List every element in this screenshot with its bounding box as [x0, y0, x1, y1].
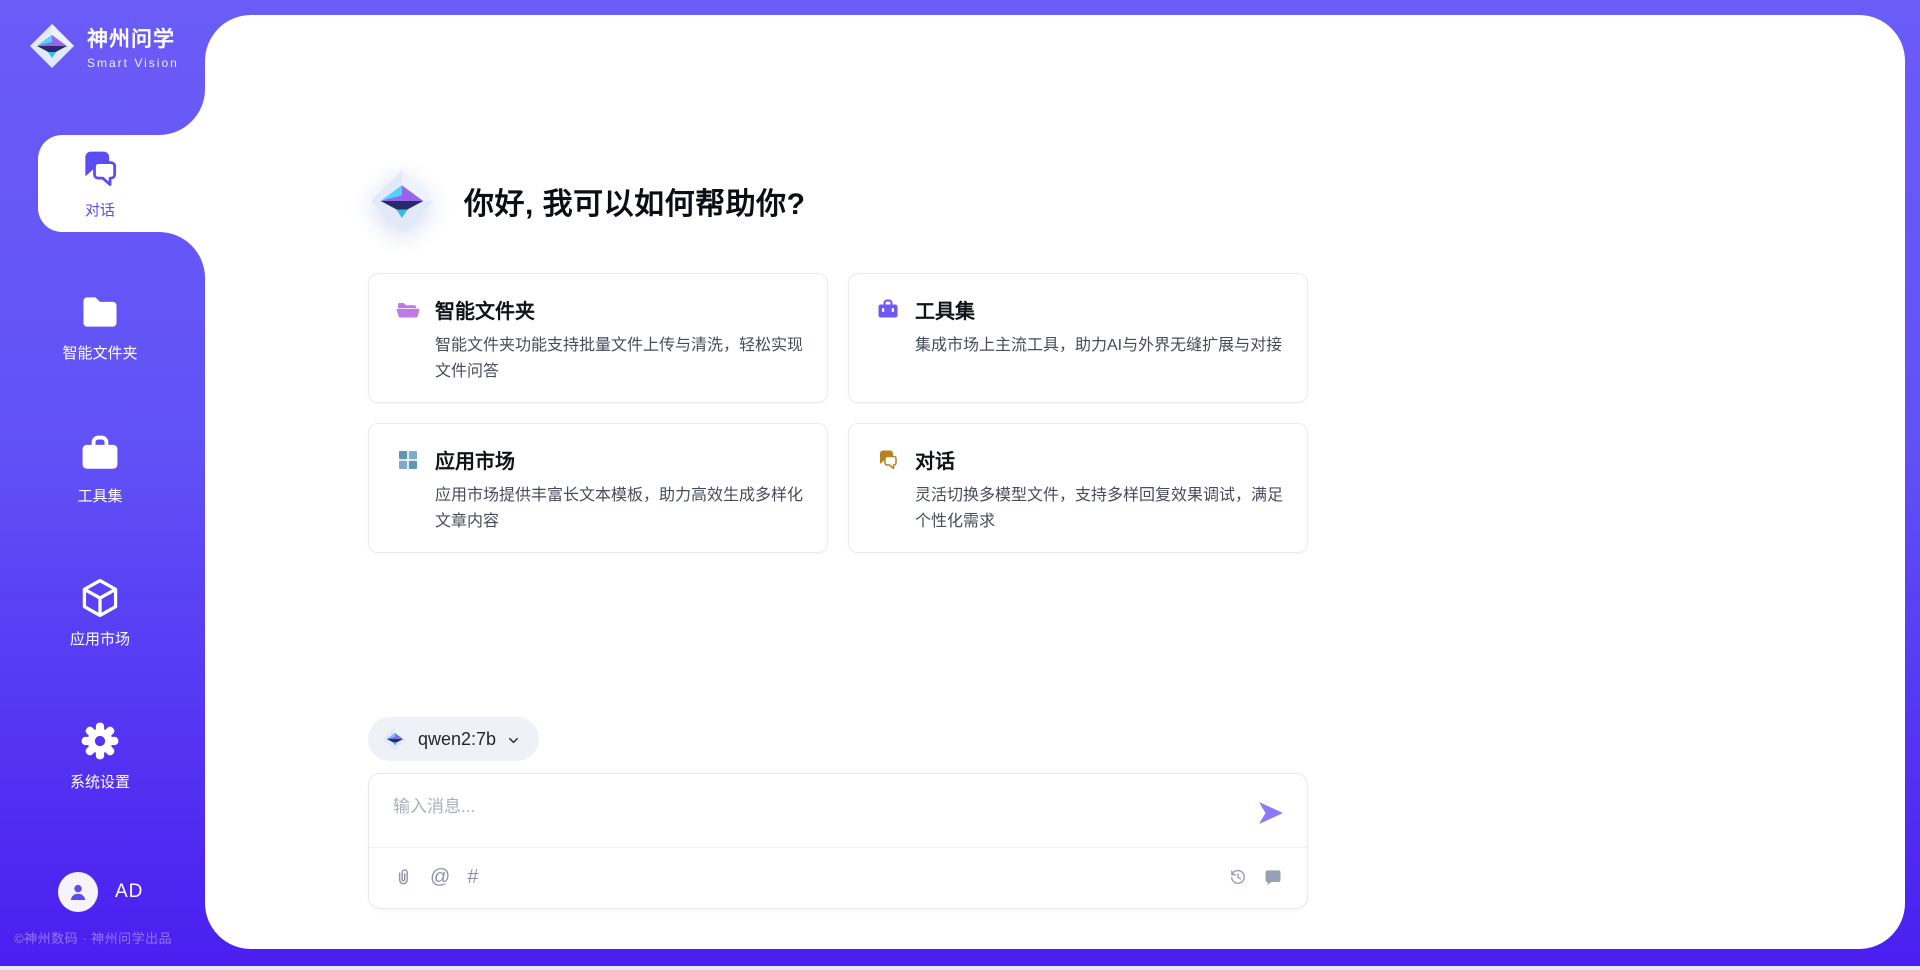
folder-icon [78, 290, 122, 334]
sidebar-item-label: 应用市场 [70, 628, 130, 649]
brand-name-cn: 神州问学 [87, 23, 179, 53]
card-app-market[interactable]: 应用市场 应用市场提供丰富长文本模板，助力高效生成多样化文章内容 [368, 423, 828, 553]
bottom-edge-strip [0, 966, 1920, 970]
sidebar-item-chat[interactable]: 对话 [0, 135, 205, 232]
card-title: 工具集 [915, 295, 975, 324]
brand-diamond-logo-icon [28, 22, 76, 70]
toolbox-icon [78, 433, 122, 477]
history-icon [1228, 867, 1248, 887]
chat-icon [876, 448, 900, 472]
card-toolset[interactable]: 工具集 集成市场上主流工具，助力AI与外界无缝扩展与对接 [848, 273, 1308, 403]
card-title: 智能文件夹 [435, 295, 535, 324]
sidebar-item-system-settings[interactable]: 系统设置 [0, 707, 205, 804]
brand-name-en: Smart Vision [87, 56, 179, 70]
card-chat[interactable]: 对话 灵活切换多模型文件，支持多样回复效果调试，满足个性化需求 [848, 423, 1308, 553]
card-description: 集成市场上主流工具，助力AI与外界无缝扩展与对接 [915, 333, 1287, 359]
greeting-block: 你好, 我可以如何帮助你? [368, 15, 1308, 235]
card-smart-folder[interactable]: 智能文件夹 智能文件夹功能支持批量文件上传与清洗，轻松实现文件问答 [368, 273, 828, 403]
tab-flare-bottom [159, 232, 205, 278]
folder-open-icon [396, 298, 420, 322]
message-input[interactable] [393, 792, 1233, 840]
model-name: qwen2:7b [418, 729, 496, 750]
card-title: 对话 [915, 445, 955, 474]
model-diamond-logo-icon [382, 726, 408, 752]
sidebar: 神州问学 Smart Vision 对话 智能文件夹 工具集 [0, 0, 205, 970]
chat-icon [78, 147, 122, 191]
cube-icon [78, 576, 122, 620]
sidebar-item-app-market[interactable]: 应用市场 [0, 564, 205, 661]
card-title: 应用市场 [435, 445, 515, 474]
main-content: 你好, 我可以如何帮助你? 智能文件夹 智能文件夹功能支持批量文件上传与清洗，轻… [368, 15, 1308, 909]
sidebar-nav: 对话 智能文件夹 工具集 应用市场 系统设置 [0, 135, 205, 850]
composer-toolbar: @ # [393, 846, 1283, 908]
sidebar-item-label: 系统设置 [70, 771, 130, 792]
feature-cards: 智能文件夹 智能文件夹功能支持批量文件上传与清洗，轻松实现文件问答 工具集 集成… [368, 273, 1308, 553]
toolbox-icon [876, 298, 900, 322]
message-composer: @ # [368, 773, 1308, 909]
tab-flare-top [159, 89, 205, 135]
brand: 神州问学 Smart Vision [0, 0, 205, 70]
greeting-diamond-logo-icon [368, 167, 436, 235]
gear-icon [78, 719, 122, 763]
attachment-icon [393, 867, 413, 887]
attachment-button[interactable] [393, 867, 413, 887]
comment-icon [1263, 867, 1283, 887]
chevron-down-icon [506, 733, 521, 748]
greeting-title: 你好, 我可以如何帮助你? [464, 179, 806, 223]
card-description: 灵活切换多模型文件，支持多样回复效果调试，满足个性化需求 [915, 483, 1287, 535]
history-button[interactable] [1228, 867, 1248, 887]
hash-icon: # [467, 867, 478, 887]
hash-button[interactable]: # [467, 867, 478, 887]
sidebar-item-toolset[interactable]: 工具集 [0, 421, 205, 518]
avatar [58, 872, 98, 912]
person-icon [66, 880, 90, 904]
user-initials: AD [115, 881, 143, 903]
card-description: 智能文件夹功能支持批量文件上传与清洗，轻松实现文件问答 [435, 333, 807, 385]
sidebar-item-smart-folder[interactable]: 智能文件夹 [0, 278, 205, 375]
comment-button[interactable] [1263, 867, 1283, 887]
sidebar-item-label: 智能文件夹 [62, 342, 137, 363]
sidebar-item-label: 对话 [85, 199, 115, 220]
mention-icon: @ [430, 867, 450, 887]
model-selector-row: qwen2:7b [368, 717, 1308, 761]
send-button[interactable] [1257, 800, 1285, 826]
model-selector[interactable]: qwen2:7b [368, 717, 539, 761]
copyright-footer: ©神州数码 · 神州问学出品 [14, 928, 172, 947]
mention-button[interactable]: @ [430, 867, 450, 887]
card-description: 应用市场提供丰富长文本模板，助力高效生成多样化文章内容 [435, 483, 807, 535]
send-icon [1257, 800, 1285, 826]
tiles-icon [396, 448, 420, 472]
sidebar-item-label: 工具集 [77, 485, 122, 506]
user-profile[interactable]: AD [0, 872, 205, 912]
